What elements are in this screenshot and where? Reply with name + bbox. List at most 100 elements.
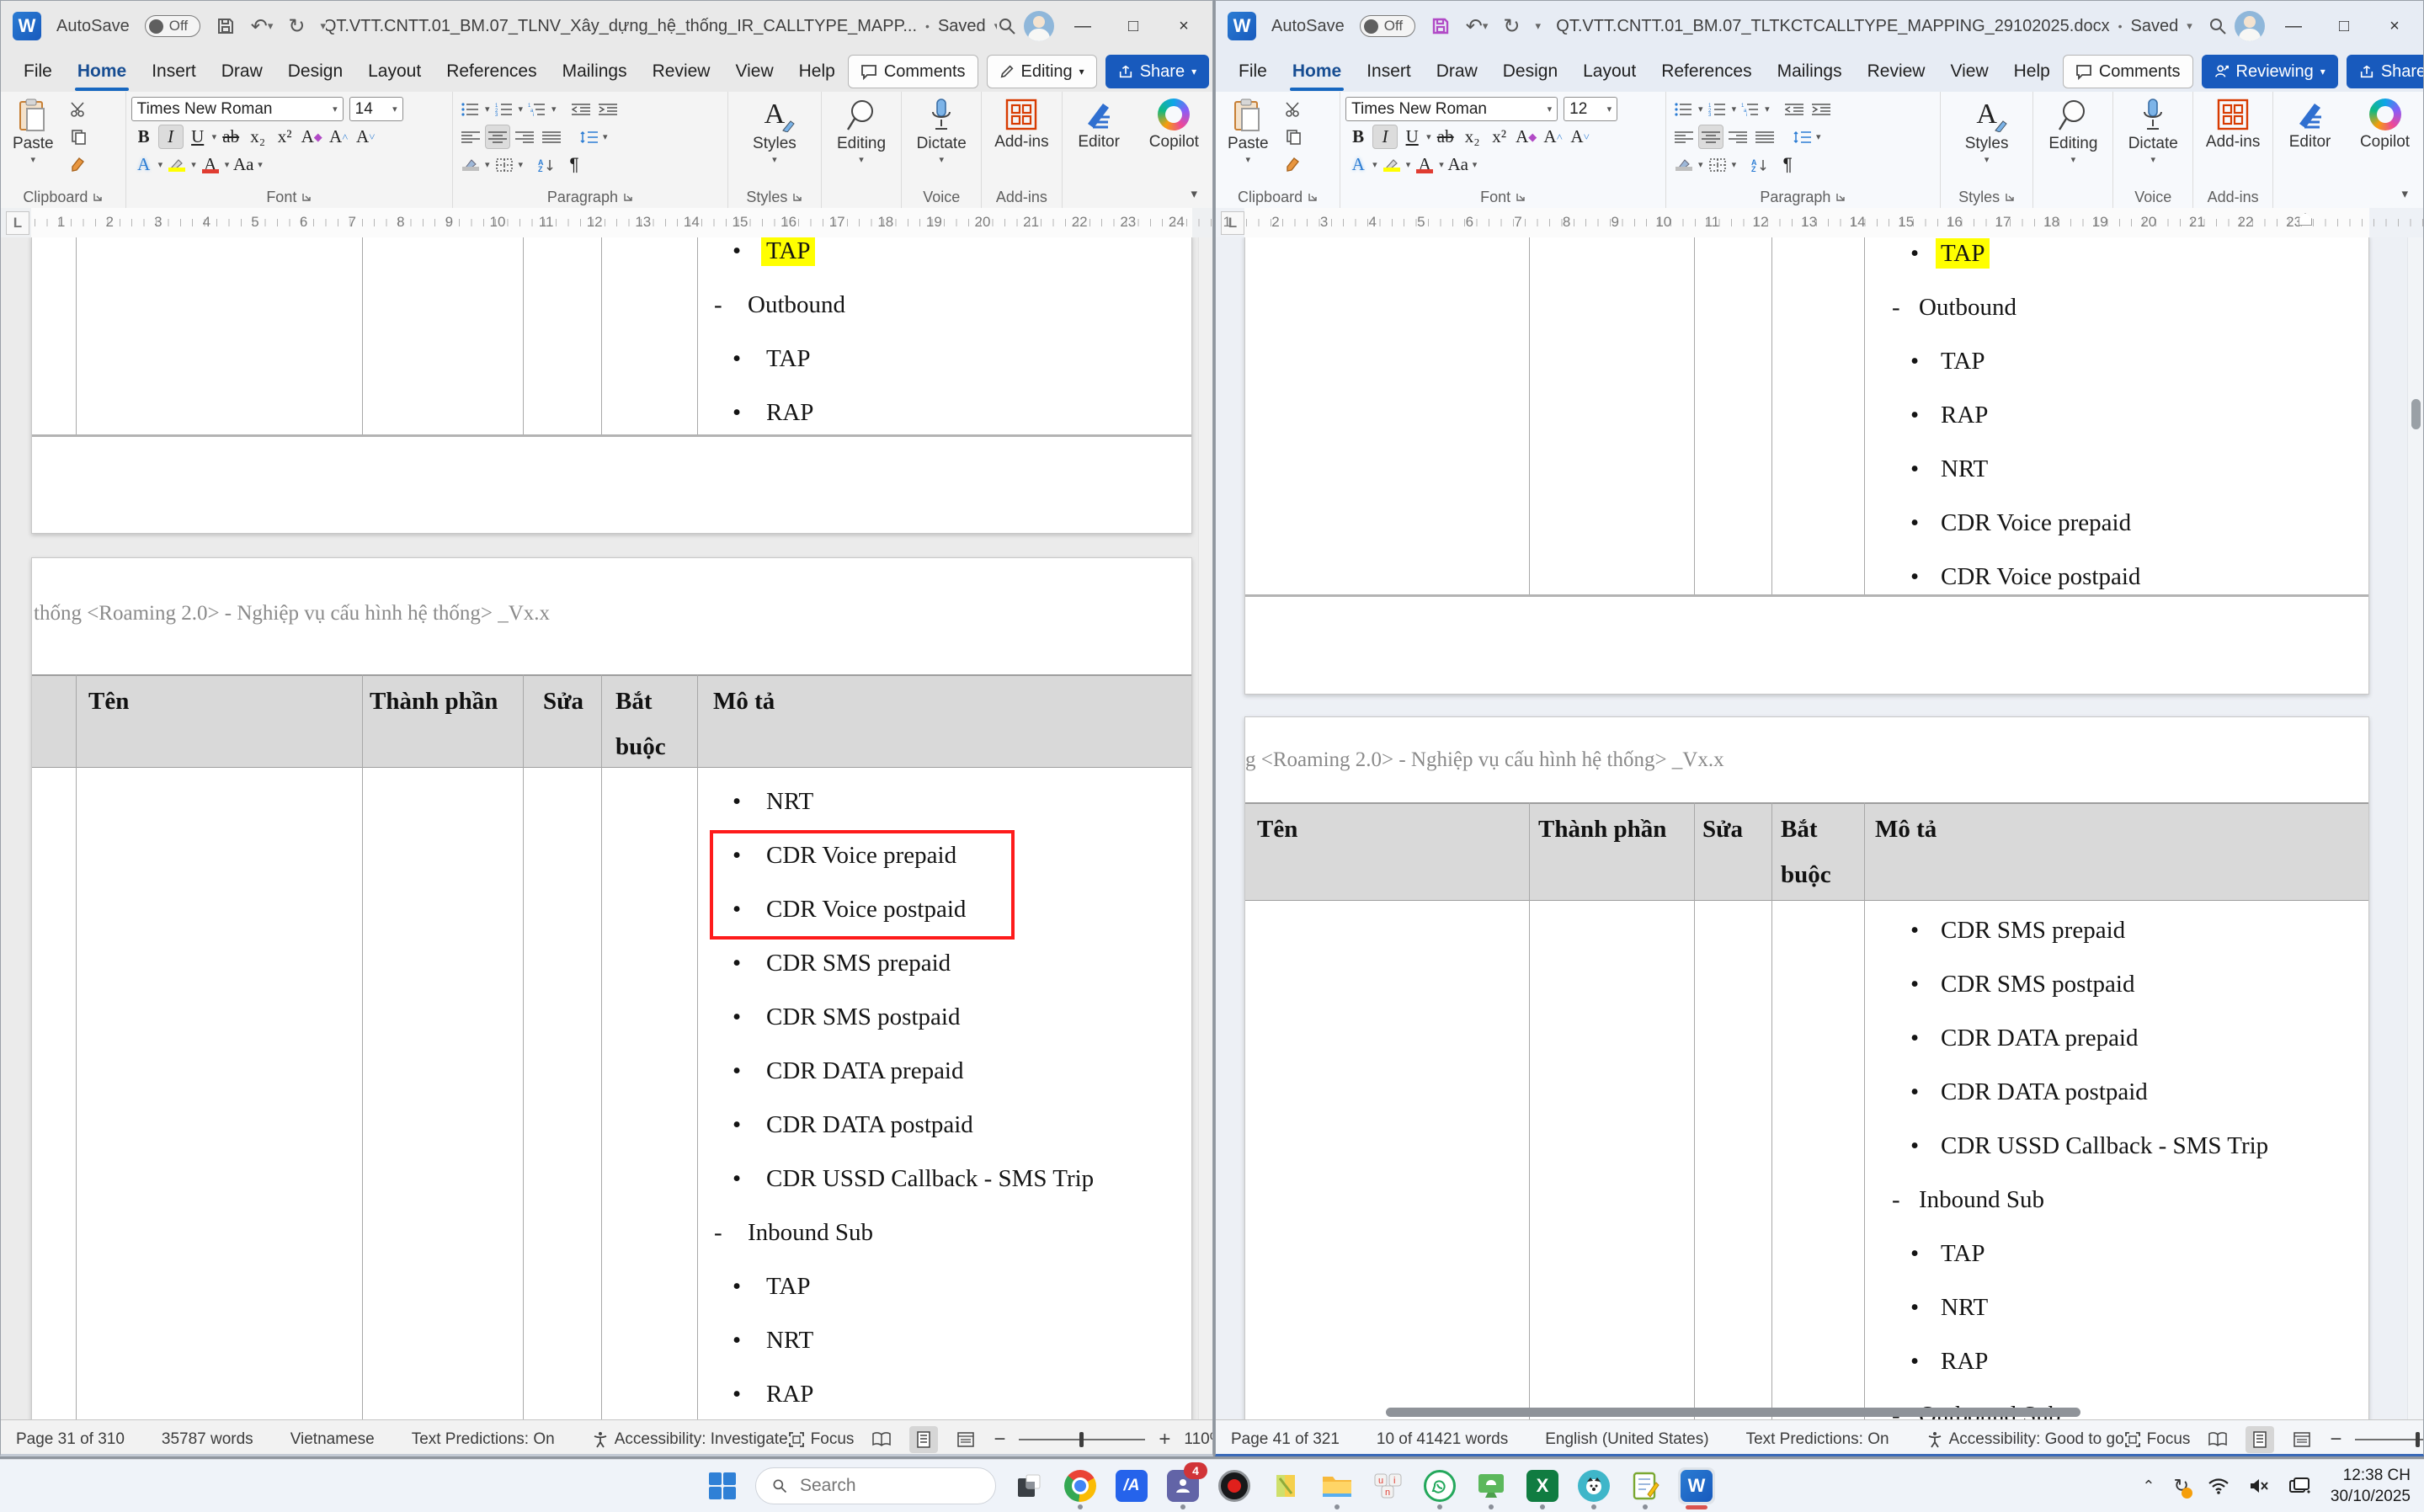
horizontal-scrollbar-thumb[interactable] [1386, 1408, 2080, 1417]
zoom-in-button[interactable]: + [1159, 1428, 1170, 1451]
volume-muted-icon[interactable] [2248, 1477, 2270, 1495]
screen-share-icon[interactable] [1473, 1467, 1510, 1504]
line-spacing-button[interactable] [576, 125, 601, 149]
font-color-button[interactable]: A [1412, 152, 1437, 177]
zoom-slider[interactable] [1019, 1439, 1145, 1440]
increase-indent-button[interactable] [595, 97, 621, 121]
format-painter-button[interactable] [66, 151, 91, 175]
strikethrough-button[interactable]: ab [218, 125, 243, 149]
editing-find-button[interactable]: Editing▾ [830, 95, 892, 168]
tab-file[interactable]: File [1226, 54, 1280, 89]
share-button[interactable]: Share▾ [1105, 55, 1209, 88]
page-indicator[interactable]: Page 31 of 310 [16, 1430, 125, 1449]
tab-mailings[interactable]: Mailings [1765, 54, 1855, 89]
bold-button[interactable]: B [1345, 125, 1371, 149]
font-name-combo[interactable]: Times New Roman▾ [131, 97, 344, 121]
tab-layout[interactable]: Layout [1570, 54, 1649, 89]
notepadpp-icon[interactable] [1627, 1467, 1664, 1504]
minimize-button[interactable]: — [1061, 8, 1105, 45]
numbered-list-button[interactable]: 123 [492, 97, 517, 121]
sort-button[interactable]: AZ [535, 152, 560, 177]
addins-button[interactable]: Add-ins [988, 95, 1055, 155]
font-dialog-launcher-icon[interactable] [1516, 192, 1526, 202]
tab-design[interactable]: Design [1490, 54, 1570, 89]
bold-button[interactable]: B [131, 125, 157, 149]
sync-update-icon[interactable]: ↻ [2173, 1475, 2188, 1497]
comments-button[interactable]: Comments [2063, 55, 2193, 88]
bullet-list-button[interactable] [1671, 97, 1697, 121]
styles-dialog-launcher-icon[interactable] [792, 192, 802, 202]
map-app-icon[interactable] [1267, 1467, 1304, 1504]
accessibility-status[interactable]: Accessibility: Good to go [1926, 1430, 2124, 1449]
tab-view[interactable]: View [1937, 54, 2000, 89]
vertical-scrollbar[interactable] [1198, 237, 1212, 1419]
tab-draw[interactable]: Draw [1424, 54, 1490, 89]
page-indicator[interactable]: Page 41 of 321 [1231, 1430, 1340, 1449]
tab-home[interactable]: Home [1280, 54, 1354, 89]
clear-formatting-button[interactable]: A◆ [299, 125, 324, 149]
mode-button-reviewing[interactable]: Reviewing▾ [2202, 55, 2338, 88]
bullet-list-button[interactable] [458, 97, 483, 121]
subscript-button[interactable]: x₂ [1460, 125, 1485, 149]
italic-button[interactable]: I [1372, 125, 1398, 149]
save-icon[interactable] [1430, 16, 1451, 36]
chrome-icon[interactable] [1062, 1467, 1099, 1504]
tab-references[interactable]: References [434, 54, 549, 89]
numbered-list-button[interactable]: 123 [1705, 97, 1730, 121]
strikethrough-button[interactable]: ab [1433, 125, 1458, 149]
zoom-level[interactable]: 110% [1184, 1430, 1213, 1449]
redo-button[interactable]: ↻ [288, 14, 305, 39]
font-name-combo[interactable]: Times New Roman▾ [1345, 97, 1558, 121]
styles-button[interactable]: A Styles▾ [1958, 95, 2016, 168]
borders-button[interactable] [492, 152, 517, 177]
search-icon[interactable] [2208, 16, 2228, 36]
account-avatar[interactable] [2235, 11, 2265, 41]
copilot-button[interactable]: Copilot [2353, 95, 2416, 155]
cut-button[interactable] [66, 97, 91, 121]
editor-button[interactable]: Editor [1071, 95, 1127, 155]
close-button[interactable]: × [2373, 8, 2416, 45]
tab-insert[interactable]: Insert [139, 54, 209, 89]
recorder-icon[interactable] [1216, 1467, 1253, 1504]
align-right-button[interactable] [512, 125, 537, 149]
vertical-scrollbar[interactable] [2407, 237, 2423, 1419]
highlight-color-button[interactable] [164, 152, 189, 177]
multilevel-list-button[interactable]: 1ai [525, 97, 550, 121]
maximize-button[interactable]: □ [2322, 8, 2366, 45]
underline-button[interactable]: U [1399, 125, 1425, 149]
increase-indent-button[interactable] [1809, 97, 1834, 121]
text-effects-button[interactable]: A [1345, 152, 1371, 177]
align-right-button[interactable] [1725, 125, 1750, 149]
read-mode-button[interactable] [867, 1426, 896, 1453]
maximize-button[interactable]: □ [1111, 8, 1155, 45]
minimize-button[interactable]: — [2272, 8, 2315, 45]
comments-button[interactable]: Comments [848, 55, 978, 88]
web-layout-button[interactable] [2288, 1426, 2316, 1453]
tab-home[interactable]: Home [65, 54, 139, 89]
wifi-icon[interactable] [2208, 1477, 2230, 1495]
document-page[interactable]: thống <Roaming 2.0> - Nghiệp vụ cấu hình… [31, 557, 1192, 1419]
font-size-combo[interactable]: 14▾ [349, 97, 403, 121]
battery-saver-icon[interactable] [2288, 1477, 2312, 1495]
document-page[interactable]: g <Roaming 2.0> - Nghiệp vụ cấu hình hệ … [1244, 716, 2369, 1419]
undo-button[interactable]: ↶▾ [251, 14, 274, 39]
excel-icon[interactable]: X [1524, 1467, 1561, 1504]
zoom-slider[interactable] [2355, 1439, 2424, 1440]
tab-review[interactable]: Review [640, 54, 723, 89]
paste-button[interactable]: Paste▾ [1221, 95, 1276, 168]
sort-button[interactable]: AZ [1748, 152, 1773, 177]
tab-help[interactable]: Help [2001, 54, 2063, 89]
paragraph-dialog-launcher-icon[interactable] [623, 192, 633, 202]
decrease-indent-button[interactable] [568, 97, 594, 121]
font-size-combo[interactable]: 12▾ [1564, 97, 1617, 121]
focus-button[interactable]: Focus [2124, 1430, 2191, 1449]
mode-button-editing[interactable]: Editing▾ [987, 55, 1097, 88]
autosave-toggle[interactable]: Off [1360, 15, 1415, 37]
web-layout-button[interactable] [951, 1426, 980, 1453]
show-formatting-button[interactable]: ¶ [1775, 152, 1800, 177]
text-predictions[interactable]: Text Predictions: On [1746, 1430, 1889, 1449]
zoom-out-button[interactable]: − [994, 1428, 1005, 1451]
shrink-font-button[interactable]: A˅ [1568, 125, 1593, 149]
shading-button[interactable] [1671, 152, 1697, 177]
collapse-ribbon-button[interactable]: ▾ [2401, 186, 2408, 201]
